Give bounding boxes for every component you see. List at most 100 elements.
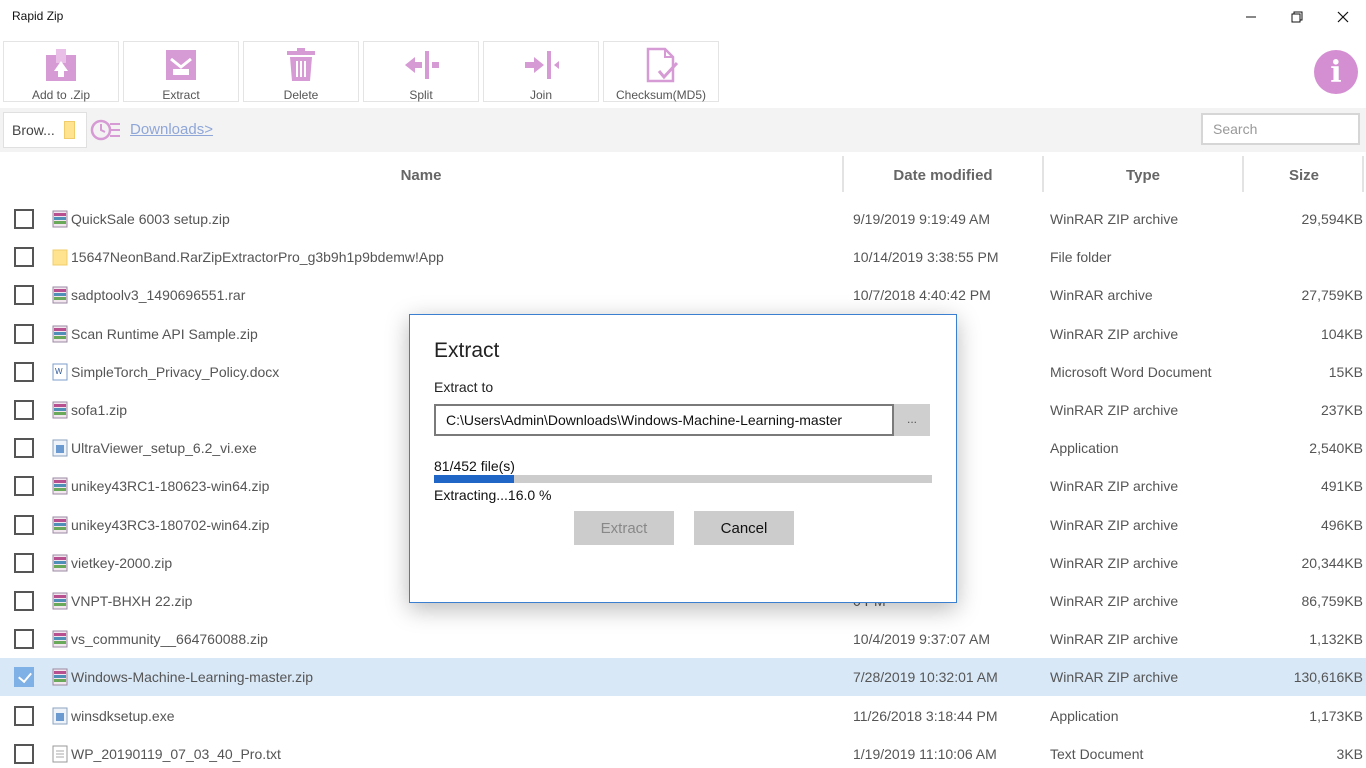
file-date: 9/19/2019 9:19:49 AM (853, 211, 990, 227)
file-name: QuickSale 6003 setup.zip (71, 211, 230, 227)
row-checkbox[interactable] (14, 591, 34, 611)
file-size: 130,616KB (1293, 669, 1363, 686)
file-name: VNPT-BHXH 22.zip (71, 593, 193, 609)
file-type: WinRAR archive (1050, 287, 1153, 304)
title-bar: Rapid Zip (0, 0, 1366, 34)
restore-icon (1291, 11, 1303, 23)
browse-button[interactable]: Brow... (3, 112, 87, 148)
table-row[interactable]: 15647NeonBand.RarZipExtractorPro_g3b9h1p… (0, 238, 1366, 276)
delete-label: Delete (283, 88, 319, 102)
split-button[interactable]: Split (363, 41, 479, 102)
column-header-date[interactable]: Date modified (844, 156, 1042, 194)
file-date: 7/28/2019 10:32:01 AM (853, 669, 998, 686)
file-type: Application (1050, 707, 1119, 724)
trash-icon (283, 47, 319, 83)
row-checkbox[interactable] (14, 705, 34, 726)
history-icon[interactable] (90, 117, 122, 143)
file-name: UltraViewer_setup_6.2_vi.exe (71, 440, 257, 457)
browse-label: Brow... (12, 122, 55, 138)
split-icon (403, 47, 439, 83)
archive-icon (52, 554, 68, 572)
extract-dialog: Extract Extract to ... 81/452 file(s) Ex… (409, 314, 957, 603)
checksum-label: Checksum(MD5) (615, 88, 706, 102)
add-to-zip-icon (43, 47, 79, 83)
column-header-size[interactable]: Size (1244, 156, 1364, 194)
table-row[interactable]: QuickSale 6003 setup.zip 9/19/2019 9:19:4… (0, 200, 1366, 238)
extract-path-input[interactable] (434, 404, 894, 436)
extract-button[interactable]: Extract (123, 41, 239, 102)
row-checkbox[interactable] (14, 361, 34, 382)
file-date: 10/7/2018 4:40:42 PM (853, 287, 991, 304)
column-divider[interactable] (1362, 156, 1364, 192)
join-button[interactable]: Join (483, 41, 599, 102)
file-name: WP_20190119_07_03_40_Pro.txt (71, 745, 281, 762)
file-size: 2,540KB (1309, 440, 1363, 457)
row-checkbox[interactable] (14, 476, 34, 497)
row-checkbox[interactable] (14, 629, 34, 650)
file-type: WinRAR ZIP archive (1050, 211, 1179, 227)
svg-text:W: W (55, 367, 63, 376)
add-to-zip-button[interactable]: Add to .Zip (3, 41, 119, 102)
extract-status: Extracting...16.0 % (434, 487, 552, 503)
row-checkbox[interactable] (14, 400, 34, 420)
table-row[interactable]: sadptoolv3_1490696551.rar 10/7/2018 4:40:… (0, 276, 1366, 314)
row-checkbox[interactable] (14, 323, 34, 344)
file-name: sofa1.zip (71, 402, 128, 418)
breadcrumb-downloads[interactable]: Downloads> (130, 121, 213, 138)
join-icon (523, 47, 559, 83)
app-title: Rapid Zip (12, 9, 64, 23)
file-name: vietkey-2000.zip (71, 554, 173, 571)
file-name: unikey43RC3-180702-win64.zip (71, 516, 270, 533)
file-date: 11/26/2018 3:18:44 PM (853, 707, 998, 724)
file-count: 81/452 file(s) (434, 458, 515, 474)
file-size: 20,344KB (1301, 554, 1364, 571)
column-header-type[interactable]: Type (1044, 156, 1242, 194)
file-type: WinRAR ZIP archive (1050, 402, 1179, 418)
file-size: 237KB (1320, 402, 1363, 418)
archive-icon (52, 477, 68, 495)
folder-icon (52, 248, 68, 266)
row-checkbox[interactable] (14, 743, 34, 764)
row-checkbox[interactable] (14, 667, 34, 688)
browse-path-button[interactable]: ... (894, 404, 930, 436)
row-checkbox[interactable] (14, 247, 34, 268)
row-checkbox[interactable] (14, 209, 34, 229)
archive-icon (52, 401, 68, 419)
column-header-name[interactable]: Name (0, 156, 842, 194)
exe-icon (52, 707, 68, 725)
minimize-button[interactable] (1228, 0, 1274, 34)
row-checkbox[interactable] (14, 514, 34, 535)
progress-fill (434, 475, 514, 483)
close-button[interactable] (1320, 0, 1366, 34)
archive-icon (52, 592, 68, 610)
row-checkbox[interactable] (14, 438, 34, 459)
file-size: 15KB (1328, 363, 1363, 380)
file-size: 86,759KB (1301, 593, 1364, 609)
dialog-extract-button[interactable]: Extract (574, 511, 674, 545)
dialog-title: Extract (434, 339, 500, 362)
extract-icon (163, 47, 199, 83)
table-row[interactable]: WP_20190119_07_03_40_Pro.txt 1/19/2019 11… (0, 735, 1366, 768)
file-name: Windows-Machine-Learning-master.zip (71, 669, 313, 686)
file-date: 10/14/2019 3:38:55 PM (853, 249, 999, 266)
table-row[interactable]: winsdksetup.exe 11/26/2018 3:18:44 PM Appl… (0, 697, 1366, 735)
toolbar: Add to .Zip Extract Delete Split Join Ch… (0, 38, 1366, 106)
info-button[interactable]: i (1314, 50, 1358, 94)
dialog-cancel-button[interactable]: Cancel (694, 511, 794, 545)
delete-button[interactable]: Delete (243, 41, 359, 102)
table-row[interactable]: vs_community__664760088.zip 10/4/2019 9:3… (0, 620, 1366, 658)
archive-icon (52, 210, 68, 228)
restore-button[interactable] (1274, 0, 1320, 34)
row-checkbox[interactable] (14, 285, 34, 306)
file-type: Text Document (1050, 745, 1144, 762)
row-checkbox[interactable] (14, 552, 34, 573)
file-date: 1/19/2019 11:10:06 AM (853, 745, 997, 762)
file-size: 29,594KB (1301, 211, 1364, 227)
checksum-button[interactable]: Checksum(MD5) (603, 41, 719, 102)
search-input[interactable] (1201, 113, 1360, 145)
archive-icon (52, 325, 68, 343)
table-row[interactable]: Windows-Machine-Learning-master.zip 7/28/… (0, 658, 1366, 697)
extract-label: Extract (162, 88, 200, 102)
file-type: Application (1050, 440, 1119, 457)
file-type: WinRAR ZIP archive (1050, 516, 1179, 533)
